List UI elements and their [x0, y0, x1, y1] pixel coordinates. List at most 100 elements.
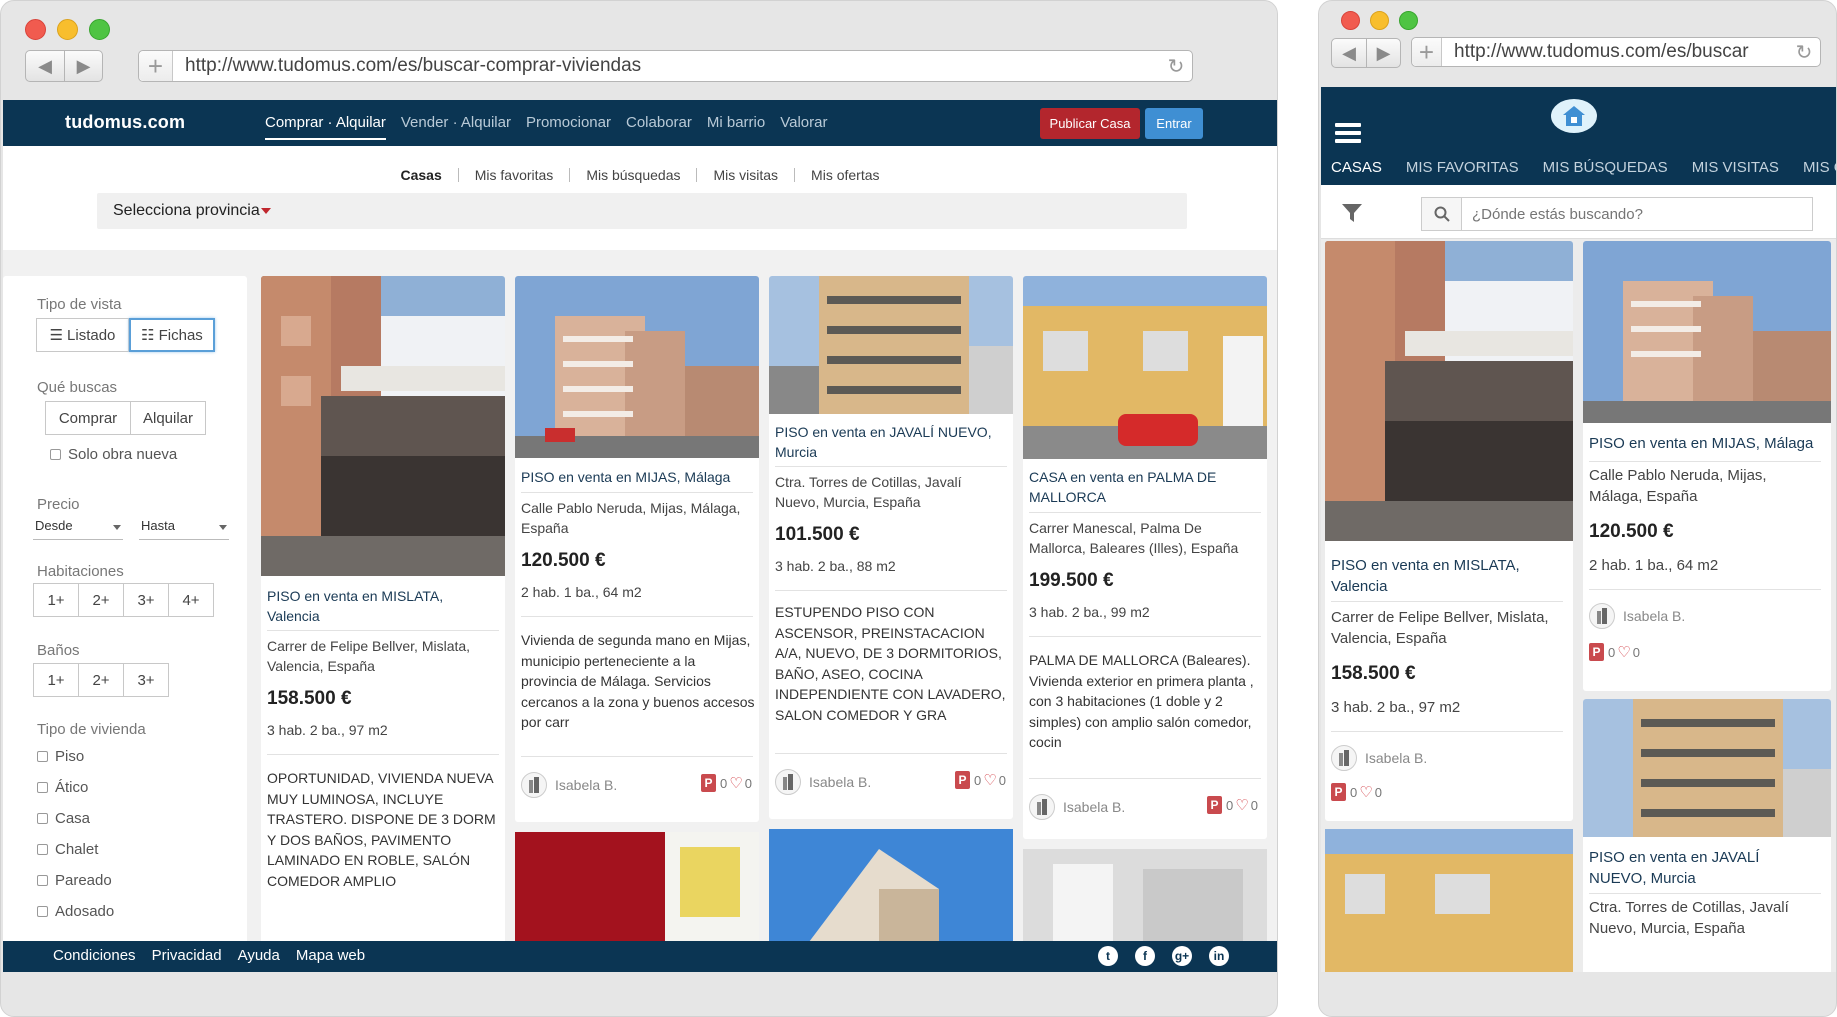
maximize-window-button[interactable]: [89, 19, 110, 40]
listing-photo[interactable]: [1023, 276, 1267, 459]
listing-title[interactable]: CASA en venta en PALMA DE MALLORCA: [1029, 467, 1261, 507]
subnav-mis-visitas[interactable]: Mis visitas: [696, 168, 794, 182]
listing-title[interactable]: PISO en venta en MISLATA, Valencia: [1331, 555, 1563, 597]
checkbox[interactable]: [37, 782, 48, 793]
checkbox[interactable]: [50, 449, 61, 460]
nav-valorar[interactable]: Valorar: [780, 114, 827, 140]
tab-mis-ofertas[interactable]: MIS OI: [1803, 159, 1836, 176]
footer-link-privacidad[interactable]: Privacidad: [152, 947, 222, 964]
subnav-mis-ofertas[interactable]: Mis ofertas: [794, 168, 895, 182]
tab-mis-visitas[interactable]: MIS VISITAS: [1692, 159, 1779, 176]
subnav-mis-favoritas[interactable]: Mis favoritas: [457, 168, 570, 182]
listing-card[interactable]: CASA en venta en PALMA DE MALLORCA Carre…: [1023, 276, 1267, 839]
reload-icon[interactable]: ↻: [1788, 40, 1820, 65]
filter-icon[interactable]: [1341, 203, 1363, 223]
listing-title[interactable]: PISO en venta en MIJAS, Málaga: [1589, 433, 1821, 454]
linkedin-icon[interactable]: in: [1209, 946, 1229, 966]
tab-casas[interactable]: CASAS: [1331, 159, 1382, 176]
view-list-button[interactable]: ☰ Listado: [36, 318, 129, 352]
nav-comprar-alquilar[interactable]: Comprar · Alquilar: [265, 114, 386, 140]
new-tab-plus-icon[interactable]: +: [1412, 37, 1442, 67]
subnav-casas[interactable]: Casas: [384, 168, 457, 182]
rent-button[interactable]: Alquilar: [130, 401, 206, 435]
type-casa-checkbox[interactable]: Casa: [37, 810, 90, 827]
menu-icon[interactable]: [1335, 123, 1361, 143]
maximize-window-button[interactable]: [1399, 11, 1418, 30]
listing-card[interactable]: PISO en venta en MISLATA, Valencia Carre…: [1325, 241, 1573, 821]
type-chalet-checkbox[interactable]: Chalet: [37, 841, 98, 858]
view-cards-button[interactable]: ☷ Fichas: [129, 318, 215, 352]
twitter-icon[interactable]: t: [1098, 946, 1118, 966]
rooms-2-button[interactable]: 2+: [78, 583, 124, 617]
listing-photo[interactable]: [1583, 241, 1831, 423]
heart-icon[interactable]: ♡: [983, 771, 996, 789]
agent[interactable]: Isabela B.: [1029, 794, 1125, 820]
footer-link-condiciones[interactable]: Condiciones: [53, 947, 136, 964]
listing-photo[interactable]: [769, 276, 1013, 414]
nav-vender-alquilar[interactable]: Vender · Alquilar: [401, 114, 511, 140]
site-logo[interactable]: tudomus.com: [65, 112, 185, 133]
listing-photo[interactable]: [769, 829, 1013, 942]
nav-mi-barrio[interactable]: Mi barrio: [707, 114, 765, 140]
listing-title[interactable]: PISO en venta en JAVALÍ NUEVO, Murcia: [775, 422, 1007, 462]
price-from-select[interactable]: Desde: [33, 518, 123, 540]
google-plus-icon[interactable]: g+: [1172, 946, 1192, 966]
listing-title[interactable]: PISO en venta en MIJAS, Málaga: [521, 467, 753, 487]
checkbox[interactable]: [37, 906, 48, 917]
search-input[interactable]: [1462, 198, 1812, 230]
tab-mis-favoritas[interactable]: MIS FAVORITAS: [1406, 159, 1519, 176]
type-piso-checkbox[interactable]: Piso: [37, 748, 84, 765]
rooms-1-button[interactable]: 1+: [33, 583, 79, 617]
listing-photo[interactable]: [1325, 829, 1573, 972]
nav-promocionar[interactable]: Promocionar: [526, 114, 611, 140]
listing-photo[interactable]: [1325, 241, 1573, 541]
listing-card[interactable]: PISO en venta en MISLATA, Valencia Carre…: [261, 276, 505, 946]
heart-icon[interactable]: ♡: [1617, 643, 1630, 661]
new-tab-plus-icon[interactable]: +: [139, 51, 173, 81]
subnav-mis-busquedas[interactable]: Mis búsquedas: [569, 168, 696, 182]
forward-button[interactable]: ▶: [1366, 39, 1400, 67]
minimize-window-button[interactable]: [57, 19, 78, 40]
publish-house-button[interactable]: Publicar Casa: [1040, 108, 1140, 139]
minimize-window-button[interactable]: [1370, 11, 1389, 30]
listing-title[interactable]: PISO en venta en JAVALÍ NUEVO, Murcia: [1589, 847, 1821, 889]
agent[interactable]: Isabela B.: [1331, 745, 1427, 771]
checkbox[interactable]: [37, 751, 48, 762]
baths-2-button[interactable]: 2+: [78, 663, 124, 697]
listing-photo[interactable]: [515, 832, 759, 942]
heart-icon[interactable]: ♡: [729, 774, 742, 792]
agent[interactable]: Isabela B.: [1589, 603, 1685, 629]
listing-card[interactable]: PISO en venta en MIJAS, Málaga Calle Pab…: [515, 276, 759, 822]
buy-button[interactable]: Comprar: [45, 401, 131, 435]
url-text[interactable]: http://www.tudomus.com/es/buscar: [1442, 41, 1788, 63]
baths-1-button[interactable]: 1+: [33, 663, 79, 697]
heart-icon[interactable]: ♡: [1359, 783, 1372, 801]
nav-colaborar[interactable]: Colaborar: [626, 114, 692, 140]
listing-card[interactable]: PISO en venta en JAVALÍ NUEVO, Murcia Ct…: [769, 276, 1013, 819]
agent[interactable]: Isabela B.: [775, 769, 871, 795]
type-pareado-checkbox[interactable]: Pareado: [37, 872, 112, 889]
listing-photo[interactable]: [261, 276, 505, 576]
login-button[interactable]: Entrar: [1145, 108, 1203, 139]
checkbox[interactable]: [37, 813, 48, 824]
rooms-3-button[interactable]: 3+: [123, 583, 169, 617]
type-atico-checkbox[interactable]: Ático: [37, 779, 88, 796]
checkbox[interactable]: [37, 875, 48, 886]
listing-photo[interactable]: [1583, 699, 1831, 837]
back-button[interactable]: ◀: [1332, 39, 1366, 67]
heart-icon[interactable]: ♡: [1235, 796, 1248, 814]
listing-photo[interactable]: [515, 276, 759, 458]
close-window-button[interactable]: [1341, 11, 1360, 30]
forward-button[interactable]: ▶: [64, 51, 102, 81]
price-to-select[interactable]: Hasta: [139, 518, 229, 540]
back-button[interactable]: ◀: [26, 51, 64, 81]
search-box[interactable]: [1421, 197, 1813, 231]
address-bar[interactable]: + http://www.tudomus.com/es/buscar ↻: [1411, 37, 1821, 67]
facebook-icon[interactable]: f: [1135, 946, 1155, 966]
close-window-button[interactable]: [25, 19, 46, 40]
listing-photo[interactable]: [1023, 849, 1267, 942]
url-text[interactable]: http://www.tudomus.com/es/buscar-comprar…: [173, 55, 1160, 77]
address-bar[interactable]: + http://www.tudomus.com/es/buscar-compr…: [138, 50, 1193, 82]
new-only-checkbox[interactable]: Solo obra nueva: [50, 446, 177, 463]
listing-title[interactable]: PISO en venta en MISLATA, Valencia: [267, 586, 499, 626]
